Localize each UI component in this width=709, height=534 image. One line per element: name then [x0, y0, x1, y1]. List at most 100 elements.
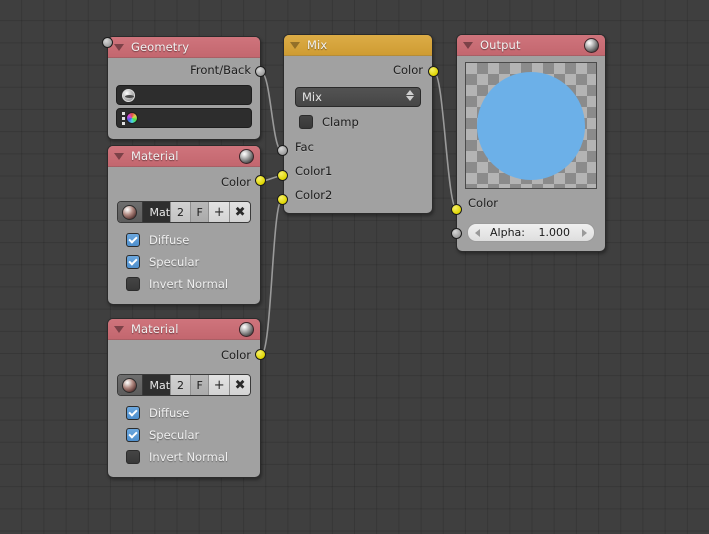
material-top-specular-label: Specular — [149, 255, 200, 269]
material-bottom-output-color-row: Color — [108, 340, 260, 370]
material-bottom-specular-label: Specular — [149, 428, 200, 442]
mix-clamp-label: Clamp — [322, 115, 359, 129]
material-top-output-color-label: Color — [220, 175, 251, 189]
node-output[interactable]: Output Color Alpha: 1.000 — [456, 34, 606, 252]
socket-geometry-frontback-out[interactable] — [255, 66, 266, 77]
node-geometry-body: Front/Back — [108, 58, 260, 128]
material-sphere-icon — [239, 322, 254, 337]
geometry-output-frontback-label: Front/Back — [190, 63, 251, 77]
socket-mix-color-out[interactable] — [428, 66, 439, 77]
node-mix[interactable]: Mix Color Mix Clamp Fac Color1 Color2 — [283, 34, 433, 214]
material-top-unlink-button[interactable]: ✖ — [229, 202, 250, 222]
arrow-left-icon[interactable] — [475, 228, 480, 237]
socket-output-alpha-in[interactable] — [451, 228, 462, 239]
material-top-datablock-row[interactable]: Mat 2 F + ✖ — [117, 201, 251, 223]
material-sphere-icon — [239, 149, 254, 164]
geometry-uvmap-field[interactable] — [116, 85, 252, 105]
mix-blend-mode-dropdown[interactable]: Mix — [295, 87, 421, 107]
mix-input-color2-label: Color2 — [295, 188, 333, 202]
node-material-top-body: Color Mat 2 F + ✖ Diffuse Specular Inver… — [108, 167, 260, 295]
triangle-down-icon[interactable] — [114, 43, 124, 51]
triangle-down-icon[interactable] — [290, 41, 300, 49]
material-bottom-name-field[interactable]: Mat — [141, 375, 171, 395]
vertex-color-icon — [122, 111, 138, 125]
node-material-bottom[interactable]: Material Color Mat 2 F + ✖ Diffuse Specu… — [107, 318, 261, 478]
material-top-diffuse-checkbox[interactable] — [126, 233, 140, 247]
output-alpha-slider[interactable]: Alpha: 1.000 — [467, 223, 595, 242]
socket-mix-fac-in[interactable] — [277, 145, 288, 156]
mix-clamp-checkbox[interactable] — [299, 115, 313, 129]
material-sphere-icon[interactable] — [118, 375, 142, 395]
node-material-top[interactable]: Material Color Mat 2 F + ✖ Diffuse Specu… — [107, 145, 261, 305]
material-bottom-specular-checkbox[interactable] — [126, 428, 140, 442]
socket-material-bottom-color-out[interactable] — [255, 349, 266, 360]
socket-material-top-color-out[interactable] — [255, 175, 266, 186]
material-top-diffuse-row[interactable]: Diffuse — [108, 229, 260, 251]
material-bottom-fake-user-toggle[interactable]: F — [190, 375, 209, 395]
material-bottom-unlink-button[interactable]: ✖ — [229, 375, 250, 395]
node-geometry[interactable]: Geometry Front/Back — [102, 36, 261, 140]
geometry-vertexcolor-field[interactable] — [116, 108, 252, 128]
material-bottom-invert-normal-row[interactable]: Invert Normal — [108, 446, 260, 468]
material-bottom-diffuse-label: Diffuse — [149, 406, 190, 420]
material-top-name-field[interactable]: Mat — [141, 202, 171, 222]
triangle-down-icon[interactable] — [463, 41, 473, 49]
material-bottom-new-button[interactable]: + — [208, 375, 230, 395]
material-bottom-datablock-row[interactable]: Mat 2 F + ✖ — [117, 374, 251, 396]
node-mix-body: Color Mix Clamp Fac Color1 Color2 — [284, 56, 432, 207]
node-editor-canvas[interactable]: Geometry Front/Back Material Color Mat 2… — [0, 0, 709, 534]
material-bottom-invert-normal-label: Invert Normal — [149, 450, 229, 464]
node-geometry-title: Geometry — [131, 40, 190, 54]
material-top-output-color-row: Color — [108, 167, 260, 197]
node-material-top-header[interactable]: Material — [108, 146, 260, 167]
triangle-down-icon[interactable] — [114, 325, 124, 333]
mix-input-color2-row: Color2 — [284, 183, 432, 207]
material-top-new-button[interactable]: + — [208, 202, 230, 222]
output-input-color-row: Color — [457, 189, 605, 217]
node-output-title: Output — [480, 38, 521, 52]
material-bottom-specular-row[interactable]: Specular — [108, 424, 260, 446]
output-preview — [465, 62, 597, 189]
mix-input-fac-row: Fac — [284, 135, 432, 159]
mix-clamp-row[interactable]: Clamp — [284, 111, 432, 133]
material-bottom-invert-normal-checkbox[interactable] — [126, 450, 140, 464]
node-output-body: Color Alpha: 1.000 — [457, 62, 605, 242]
mix-input-fac-label: Fac — [295, 140, 314, 154]
socket-out-frontback[interactable] — [102, 37, 113, 48]
preview-circle-shape — [477, 71, 585, 180]
material-top-fake-user-toggle[interactable]: F — [190, 202, 209, 222]
node-material-bottom-title: Material — [131, 322, 179, 336]
material-bottom-output-color-label: Color — [220, 348, 251, 362]
material-top-invert-normal-checkbox[interactable] — [126, 277, 140, 291]
node-geometry-header[interactable]: Geometry — [108, 37, 260, 58]
node-material-bottom-body: Color Mat 2 F + ✖ Diffuse Specular Inver… — [108, 340, 260, 468]
material-top-invert-normal-label: Invert Normal — [149, 277, 229, 291]
mix-input-color1-label: Color1 — [295, 164, 333, 178]
node-mix-header[interactable]: Mix — [284, 35, 432, 56]
material-bottom-users-count[interactable]: 2 — [170, 375, 191, 395]
material-top-invert-normal-row[interactable]: Invert Normal — [108, 273, 260, 295]
node-material-top-title: Material — [131, 149, 179, 163]
node-output-header[interactable]: Output — [457, 35, 605, 56]
mix-input-color1-row: Color1 — [284, 159, 432, 183]
material-sphere-icon[interactable] — [118, 202, 142, 222]
material-bottom-diffuse-row[interactable]: Diffuse — [108, 402, 260, 424]
material-top-users-count[interactable]: 2 — [170, 202, 191, 222]
node-material-bottom-header[interactable]: Material — [108, 319, 260, 340]
material-top-specular-checkbox[interactable] — [126, 255, 140, 269]
material-top-specular-row[interactable]: Specular — [108, 251, 260, 273]
mix-blend-mode-value: Mix — [302, 90, 322, 104]
uv-map-icon — [122, 88, 135, 102]
mix-output-color-row: Color — [284, 56, 432, 83]
arrow-right-icon[interactable] — [582, 228, 587, 237]
socket-output-color-in[interactable] — [451, 204, 462, 215]
socket-mix-color2-in[interactable] — [277, 194, 288, 205]
material-sphere-icon — [584, 38, 599, 53]
output-alpha-value: 1.000 — [538, 226, 571, 239]
output-input-color-label: Color — [468, 196, 499, 210]
material-bottom-diffuse-checkbox[interactable] — [126, 406, 140, 420]
chevron-updown-icon[interactable] — [406, 90, 414, 101]
geometry-output-frontback-row: Front/Back — [108, 58, 260, 82]
triangle-down-icon[interactable] — [114, 152, 124, 160]
socket-mix-color1-in[interactable] — [277, 170, 288, 181]
